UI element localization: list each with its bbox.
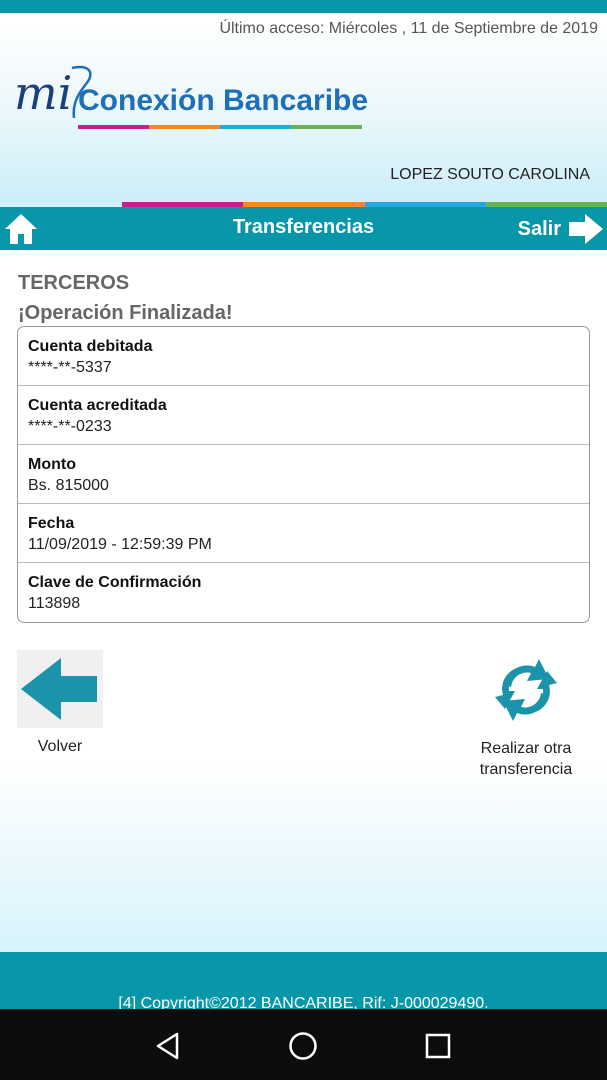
refresh-icon [495,659,557,721]
user-name: LOPEZ SOUTO CAROLINA [390,166,590,183]
detail-value: 11/09/2019 - 12:59:39 PM [28,536,212,553]
back-triangle-icon[interactable] [153,1031,183,1061]
system-navigation-bar [0,1009,607,1080]
detail-label: Clave de Confirmación [28,574,202,591]
back-label: Volver [37,738,83,755]
detail-label: Fecha [28,515,75,532]
last-access-text: Último acceso: Miércoles , 11 de Septiem… [219,20,598,37]
detail-label: Monto [28,456,76,473]
detail-label: Cuenta acreditada [28,397,167,414]
detail-row-credited-account: Cuenta acreditada ****-**-0233 [18,386,589,445]
top-status-strip [0,0,607,13]
new-transfer-button[interactable]: Realizar otra transferencia [470,655,582,780]
logout-button[interactable]: Salir [518,211,605,247]
logo-color-stripes [78,125,362,129]
detail-row-debited-account: Cuenta debitada ****-**-5337 [18,327,589,386]
transaction-details: Cuenta debitada ****-**-5337 Cuenta acre… [17,326,590,623]
detail-value: 113898 [28,595,81,612]
logo-name: Conexión Bancaribe [78,84,369,117]
recents-square-icon[interactable] [424,1031,452,1061]
footer: [4] Copyright©2012 BANCARIBE, Rif: J-000… [0,952,607,1009]
section-title: TERCEROS [18,272,130,294]
back-icon-box [17,650,103,728]
detail-value: Bs. 815000 [28,477,109,494]
back-button[interactable]: Volver [17,650,103,757]
logout-label: Salir [517,217,561,240]
detail-row-amount: Monto Bs. 815000 [18,445,589,504]
detail-row-confirmation-code: Clave de Confirmación 113898 [18,563,589,622]
arrow-left-icon [21,658,97,720]
page-title: Transferencias [232,216,375,238]
home-circle-icon[interactable] [288,1031,318,1061]
detail-value: ****-**-0233 [28,418,112,435]
operation-status: ¡Operación Finalizada! [18,302,233,324]
top-navbar: Transferencias Salir [0,207,607,250]
bank-logo: mi Conexión Bancaribe [14,62,369,137]
detail-row-date: Fecha 11/09/2019 - 12:59:39 PM [18,504,589,563]
arrow-right-icon [569,214,603,244]
new-transfer-label: Realizar otra transferencia [479,740,573,778]
detail-value: ****-**-5337 [28,359,112,376]
logo-prefix: mi [14,66,73,120]
copyright-text: [4] Copyright©2012 BANCARIBE, Rif: J-000… [118,995,489,1009]
detail-label: Cuenta debitada [28,338,153,355]
